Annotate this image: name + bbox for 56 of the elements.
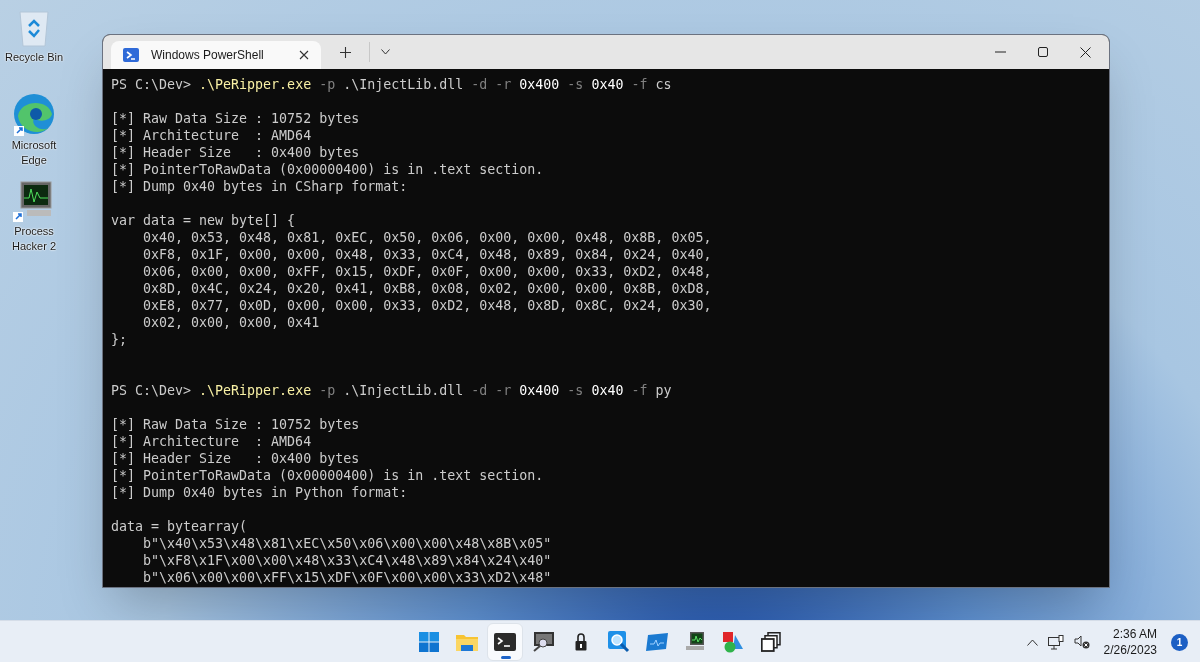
output-line: [*] Header Size : 0x400 bytes — [111, 450, 360, 467]
recycle-bin-icon — [17, 8, 51, 48]
stacked-windows-icon — [761, 632, 781, 652]
monitor-icon — [13, 180, 55, 222]
chevron-up-icon[interactable] — [1026, 638, 1038, 646]
terminal-tab[interactable]: Windows PowerShell — [111, 41, 321, 69]
terminal-icon — [494, 633, 516, 651]
plus-icon[interactable] — [339, 46, 351, 58]
output-line: 0x40, 0x53, 0x48, 0x81, 0xEC, 0x50, 0x06, 0x00, 0x00, 0x48, 0x8B, 0x05, — [142, 229, 712, 246]
edge-logo-icon — [12, 92, 56, 136]
shapes-icon — [722, 631, 744, 653]
notification-badge[interactable]: 1 — [1171, 633, 1188, 651]
output-line: 0x06, 0x00, 0x00, 0xFF, 0x15, 0xDF, 0x0F, 0x00, 0x00, 0x33, 0xD2, 0x48, — [142, 263, 712, 280]
maximize-icon[interactable] — [1038, 47, 1048, 57]
monitor-magnifier-icon — [532, 632, 554, 652]
command-line: PS C:\Dev> .\PeRipper.exe -p .\InjectLib.dll -d -r 0x400 -s 0x40 -f cs — [111, 76, 672, 93]
output-line: [*] Dump 0x40 bytes in CSharp format: — [111, 178, 408, 195]
output-line: [*] Dump 0x40 bytes in Python format: — [111, 484, 408, 501]
output-line: [*] Raw Data Size : 10752 bytes — [111, 416, 360, 433]
output-line: [*] PointerToRawData (0x00000400) is in .text section. — [111, 161, 544, 178]
output-line: 0xF8, 0x1F, 0x00, 0x00, 0x48, 0x33, 0xC4, 0x48, 0x89, 0x84, 0x24, 0x40, — [142, 246, 712, 263]
padlock-icon — [575, 633, 587, 651]
clock-time: 2:36 AM — [1112, 626, 1157, 642]
output-line: }; — [111, 331, 127, 348]
clock[interactable]: 2:36 AM 2/26/2023 — [1099, 626, 1161, 658]
icon-label[interactable]: Microsoft Edge — [2, 138, 66, 168]
output-line: 0x02, 0x00, 0x00, 0x41 — [142, 314, 320, 331]
close-icon[interactable] — [1080, 46, 1091, 58]
powershell-icon — [123, 47, 139, 63]
output-line: b"\x40\x53\x48\x81\xEC\x50\x06\x00\x00\x48\x8B\x05" — [142, 535, 552, 552]
clock-date: 2/26/2023 — [1103, 642, 1157, 658]
output-line: data = bytearray( — [111, 518, 248, 535]
speaker-muted-icon[interactable] — [1073, 635, 1090, 649]
output-line: [*] Architecture : AMD64 — [111, 127, 312, 144]
output-line: 0xE8, 0x77, 0x0D, 0x00, 0x00, 0x33, 0xD2, 0x48, 0x8D, 0x8C, 0x24, 0x30, — [142, 297, 712, 314]
output-line: [*] PointerToRawData (0x00000400) is in .text section. — [111, 467, 544, 484]
close-icon[interactable] — [299, 50, 309, 60]
windows-logo-icon — [419, 632, 439, 652]
network-icon[interactable] — [1047, 634, 1064, 650]
magnifier-icon — [608, 631, 630, 653]
folder-icon — [456, 633, 478, 651]
output-line: 0x8D, 0x4C, 0x24, 0x20, 0x41, 0xB8, 0x08, 0x02, 0x00, 0x00, 0x8B, 0xD8, — [142, 280, 712, 297]
taskbar-button[interactable] — [487, 623, 523, 661]
output-line: var data = new byte[] { — [111, 212, 296, 229]
chart-window-icon — [646, 633, 668, 651]
command-line: PS C:\Dev> .\PeRipper.exe -p .\InjectLib.dll -d -r 0x400 -s 0x40 -f py — [111, 382, 672, 399]
output-line: [*] Header Size : 0x400 bytes — [111, 144, 360, 161]
active-indicator — [501, 656, 511, 659]
monitor-icon — [684, 632, 706, 652]
output-line: b"\xF8\x1F\x00\x00\x48\x33\xC4\x48\x89\x84\x24\x40" — [142, 552, 552, 569]
icon-label[interactable]: Process Hacker 2 — [2, 224, 66, 254]
output-line: [*] Architecture : AMD64 — [111, 433, 312, 450]
output-line: [*] Raw Data Size : 10752 bytes — [111, 110, 360, 127]
output-line: b"\x06\x00\x00\xFF\x15\xDF\x0F\x00\x00\x33\xD2\x48" — [142, 569, 552, 586]
icon-label[interactable]: Recycle Bin — [4, 50, 64, 65]
chevron-down-icon[interactable] — [380, 49, 390, 55]
